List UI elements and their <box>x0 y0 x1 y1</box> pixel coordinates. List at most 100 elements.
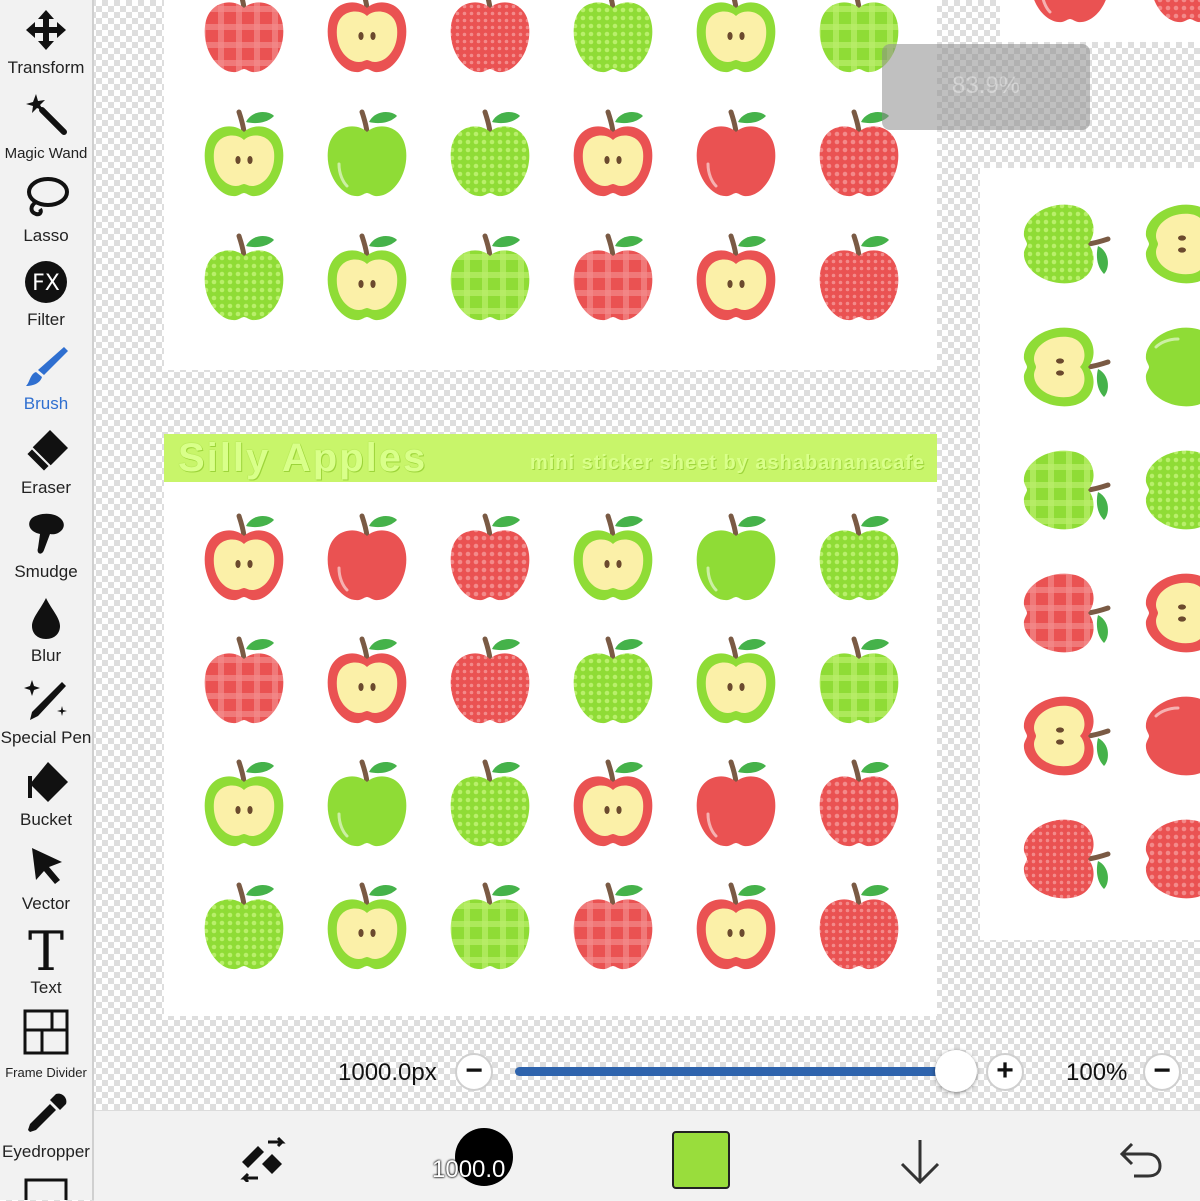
apple-sticker <box>686 0 786 82</box>
apple-sticker <box>563 756 663 856</box>
apple-sticker <box>809 510 909 610</box>
apple-sticker <box>809 879 909 979</box>
apple-sticker <box>317 633 417 733</box>
apple-sticker <box>317 0 417 82</box>
apple-sticker <box>1136 440 1200 540</box>
apple-sticker <box>563 879 663 979</box>
zoom-value: 83.9% <box>951 72 1021 99</box>
apple-sticker <box>809 633 909 733</box>
size-decrease-button[interactable]: − <box>455 1053 493 1091</box>
drop-icon <box>32 598 60 639</box>
download-arrow-icon[interactable] <box>898 1138 942 1186</box>
eraser-icon <box>24 430 68 474</box>
apple-sticker <box>317 230 417 330</box>
apple-sticker <box>686 879 786 979</box>
fx-icon: FX <box>25 261 67 303</box>
sheet-subtitle: mini sticker sheet by ashabananacafe <box>529 452 925 474</box>
apple-sticker <box>809 230 909 330</box>
tool-filter[interactable]: FX Filter <box>0 252 92 334</box>
sheet-title-bar: Silly Apples mini sticker sheet by ashab… <box>164 434 937 482</box>
apple-sticker <box>1136 317 1200 417</box>
tool-lasso[interactable]: Lasso <box>0 168 92 250</box>
apple-sticker <box>317 510 417 610</box>
special-pen-icon <box>24 680 67 720</box>
size-increase-button[interactable]: + <box>986 1053 1024 1091</box>
apple-sticker <box>440 879 540 979</box>
apple-sticker <box>1014 194 1114 294</box>
tool-label: Special Pen <box>0 728 92 747</box>
apple-sticker <box>1020 0 1120 32</box>
brush-opacity-value: 100% <box>1066 1059 1128 1086</box>
tool-label: Text <box>30 978 62 997</box>
apple-sticker <box>1136 686 1200 786</box>
apple-sticker <box>1140 0 1200 32</box>
apple-sticker <box>440 0 540 82</box>
undo-icon[interactable] <box>1118 1140 1164 1180</box>
tool-text[interactable]: T Text <box>0 918 92 1000</box>
sticker-sheet-top[interactable] <box>164 0 937 370</box>
tool-sidebar: Transform Magic Wand Lasso FX Filter Bru… <box>0 0 94 1200</box>
tool-brush[interactable]: Brush <box>0 336 92 418</box>
zoom-indicator: 83.9% <box>882 44 1090 130</box>
apple-sticker <box>686 106 786 206</box>
apple-sticker <box>686 230 786 330</box>
tool-smudge[interactable]: Smudge <box>0 504 92 586</box>
apple-sticker <box>1136 809 1200 909</box>
tool-label: Eyedropper <box>2 1142 90 1161</box>
opacity-decrease-button[interactable]: − <box>1143 1053 1181 1091</box>
tool-eraser[interactable]: Eraser <box>0 420 92 502</box>
brush-size-preview-text: 1000.0 <box>432 1156 506 1183</box>
brush-size-slider-knob[interactable] <box>935 1050 977 1092</box>
apple-sticker <box>686 633 786 733</box>
sticker-sheet-main[interactable]: Silly Apples mini sticker sheet by ashab… <box>164 434 937 1016</box>
tool-magic-wand[interactable]: Magic Wand <box>0 84 92 166</box>
apple-sticker <box>194 756 294 856</box>
apple-sticker <box>686 756 786 856</box>
apple-sticker <box>440 106 540 206</box>
tool-frame-divider[interactable]: Frame Divider <box>0 1002 92 1084</box>
brush-size-slider[interactable] <box>515 1067 955 1076</box>
sticker-sheet-top-right[interactable] <box>1000 0 1200 42</box>
apple-sticker <box>563 106 663 206</box>
tool-layer-partial[interactable] <box>0 1166 92 1200</box>
text-t-icon: T <box>28 924 64 974</box>
tool-blur[interactable]: Blur <box>0 588 92 670</box>
apple-sticker <box>809 756 909 856</box>
magic-wand-icon <box>26 94 67 135</box>
apple-sticker <box>440 230 540 330</box>
apple-sticker <box>563 230 663 330</box>
layer-icon <box>24 1178 68 1200</box>
tool-label: Lasso <box>23 226 69 245</box>
apple-sticker <box>1136 563 1200 663</box>
apple-sticker <box>194 510 294 610</box>
tool-bucket[interactable]: Bucket <box>0 752 92 834</box>
apple-sticker <box>440 633 540 733</box>
brush-icon <box>26 347 68 386</box>
apple-sticker <box>1014 317 1114 417</box>
apple-sticker <box>194 0 294 82</box>
tool-label: Frame Divider <box>5 1065 87 1080</box>
apple-sticker <box>317 106 417 206</box>
apple-sticker <box>1014 440 1114 540</box>
swap-tools-icon[interactable] <box>238 1136 288 1182</box>
svg-text:T: T <box>28 924 64 974</box>
smudge-icon <box>29 513 64 554</box>
apple-sticker <box>563 510 663 610</box>
tool-special-pen[interactable]: Special Pen <box>0 670 92 752</box>
apple-sticker <box>1014 563 1114 663</box>
apple-sticker <box>563 0 663 82</box>
tool-label: Vector <box>21 894 71 913</box>
color-swatch[interactable] <box>672 1131 730 1189</box>
tool-transform[interactable]: Transform <box>0 0 92 82</box>
apple-sticker <box>563 633 663 733</box>
apple-sticker <box>440 510 540 610</box>
sticker-sheet-right[interactable] <box>980 168 1200 940</box>
tool-label: Magic Wand <box>4 145 88 162</box>
brush-size-value: 1000.0px <box>338 1059 437 1086</box>
svg-text:FX: FX <box>32 271 60 296</box>
apple-sticker <box>686 510 786 610</box>
apple-sticker <box>317 756 417 856</box>
tool-vector[interactable]: Vector <box>0 836 92 918</box>
frame-divider-icon <box>23 1009 69 1055</box>
tool-eyedropper[interactable]: Eyedropper <box>0 1084 92 1166</box>
